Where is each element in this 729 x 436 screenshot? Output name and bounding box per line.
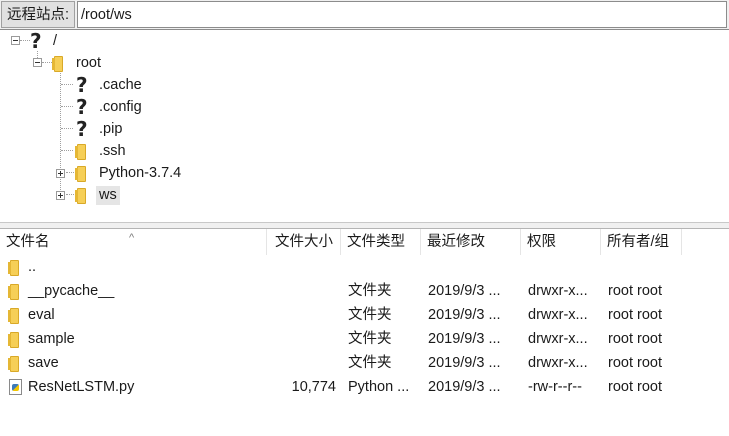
file-row[interactable]: sample 文件夹 2019/9/3 ... drwxr-x... root … — [0, 327, 729, 351]
collapse-icon[interactable] — [33, 58, 42, 67]
file-name: save — [28, 355, 59, 371]
column-label: 文件名 — [6, 234, 50, 250]
expand-icon[interactable] — [56, 169, 65, 178]
column-label: 权限 — [527, 234, 556, 250]
sort-ascending-icon: ^ — [129, 232, 135, 244]
folder-icon — [50, 54, 66, 72]
remote-site-bar: 远程站点: — [0, 0, 729, 30]
column-header-type[interactable]: 文件类型 — [341, 229, 421, 255]
file-name: .. — [28, 259, 37, 275]
file-name: eval — [28, 307, 55, 323]
tree-item-label: .config — [99, 99, 142, 115]
directory-tree[interactable]: ? / root ? .cache ? .config ? .pip .ssh … — [0, 30, 729, 222]
tree-item-pip[interactable]: ? .pip — [0, 118, 200, 140]
file-modified: 2019/9/3 ... — [428, 307, 501, 323]
unknown-icon: ? — [30, 29, 42, 53]
remote-site-label: 远程站点: — [1, 1, 76, 28]
file-row[interactable]: eval 文件夹 2019/9/3 ... drwxr-x... root ro… — [0, 303, 729, 327]
file-type: Python ... — [348, 379, 410, 395]
tree-item-label: ws — [99, 187, 117, 203]
tree-item-root[interactable]: root — [0, 52, 200, 74]
file-row[interactable]: save 文件夹 2019/9/3 ... drwxr-x... root ro… — [0, 351, 729, 375]
tree-item-label: .ssh — [99, 143, 126, 159]
column-header-permissions[interactable]: 权限 — [521, 229, 601, 255]
folder-icon — [6, 354, 22, 372]
file-owner: root root — [608, 355, 662, 371]
unknown-icon: ? — [76, 73, 88, 97]
tree-item-label: .pip — [99, 121, 123, 137]
file-permissions: -rw-r--r-- — [528, 379, 582, 395]
file-type: 文件夹 — [348, 355, 392, 371]
tree-item-root-dir[interactable]: ? / — [0, 30, 200, 52]
column-label: 文件大小 — [275, 234, 333, 250]
file-size: 10,774 — [291, 379, 336, 395]
file-modified: 2019/9/3 ... — [428, 283, 501, 299]
file-owner: root root — [608, 307, 662, 323]
expand-icon[interactable] — [56, 191, 65, 200]
file-permissions: drwxr-x... — [528, 331, 588, 347]
tree-item-label: .cache — [99, 77, 142, 93]
file-permissions: drwxr-x... — [528, 355, 588, 371]
file-modified: 2019/9/3 ... — [428, 355, 501, 371]
file-owner: root root — [608, 379, 662, 395]
file-name: ResNetLSTM.py — [28, 379, 135, 395]
file-modified: 2019/9/3 ... — [428, 331, 501, 347]
pane-splitter[interactable] — [0, 222, 729, 229]
column-header-name[interactable]: 文件名 ^ — [0, 229, 267, 255]
tree-item-label: root — [76, 55, 101, 71]
file-type: 文件夹 — [348, 331, 392, 347]
tree-item-ssh[interactable]: .ssh — [0, 140, 200, 162]
file-permissions: drwxr-x... — [528, 283, 588, 299]
folder-icon — [73, 164, 89, 182]
folder-icon — [73, 142, 89, 160]
file-modified: 2019/9/3 ... — [428, 379, 501, 395]
tree-item-label: / — [53, 33, 58, 49]
file-owner: root root — [608, 283, 662, 299]
file-name: __pycache__ — [28, 283, 115, 299]
file-row-parent[interactable]: .. — [0, 255, 729, 279]
folder-icon — [6, 258, 22, 276]
unknown-icon: ? — [76, 117, 88, 141]
tree-item-ws[interactable]: ws — [0, 184, 200, 206]
tree-item-config[interactable]: ? .config — [0, 96, 200, 118]
file-row[interactable]: ResNetLSTM.py 10,774 Python ... 2019/9/3… — [0, 375, 729, 399]
file-row[interactable]: __pycache__ 文件夹 2019/9/3 ... drwxr-x... … — [0, 279, 729, 303]
column-header-modified[interactable]: 最近修改 — [421, 229, 521, 255]
folder-icon — [6, 330, 22, 348]
file-type: 文件夹 — [348, 307, 392, 323]
column-label: 最近修改 — [427, 234, 485, 250]
file-type: 文件夹 — [348, 283, 392, 299]
folder-icon — [6, 306, 22, 324]
column-header-owner[interactable]: 所有者/组 — [601, 229, 682, 255]
folder-icon — [73, 186, 89, 204]
tree-item-label: Python-3.7.4 — [99, 165, 182, 181]
collapse-icon[interactable] — [11, 36, 20, 45]
file-owner: root root — [608, 331, 662, 347]
tree-item-python[interactable]: Python-3.7.4 — [0, 162, 200, 184]
remote-path-input[interactable] — [77, 1, 727, 28]
tree-item-cache[interactable]: ? .cache — [0, 74, 200, 96]
column-label: 文件类型 — [347, 234, 405, 250]
file-name: sample — [28, 331, 75, 347]
folder-icon — [6, 282, 22, 300]
file-list-header: 文件名 ^ 文件大小 文件类型 最近修改 权限 所有者/组 — [0, 229, 729, 255]
unknown-icon: ? — [76, 95, 88, 119]
column-label: 所有者/组 — [607, 234, 670, 250]
python-file-icon — [9, 379, 23, 396]
column-header-size[interactable]: 文件大小 — [267, 229, 341, 255]
file-permissions: drwxr-x... — [528, 307, 588, 323]
